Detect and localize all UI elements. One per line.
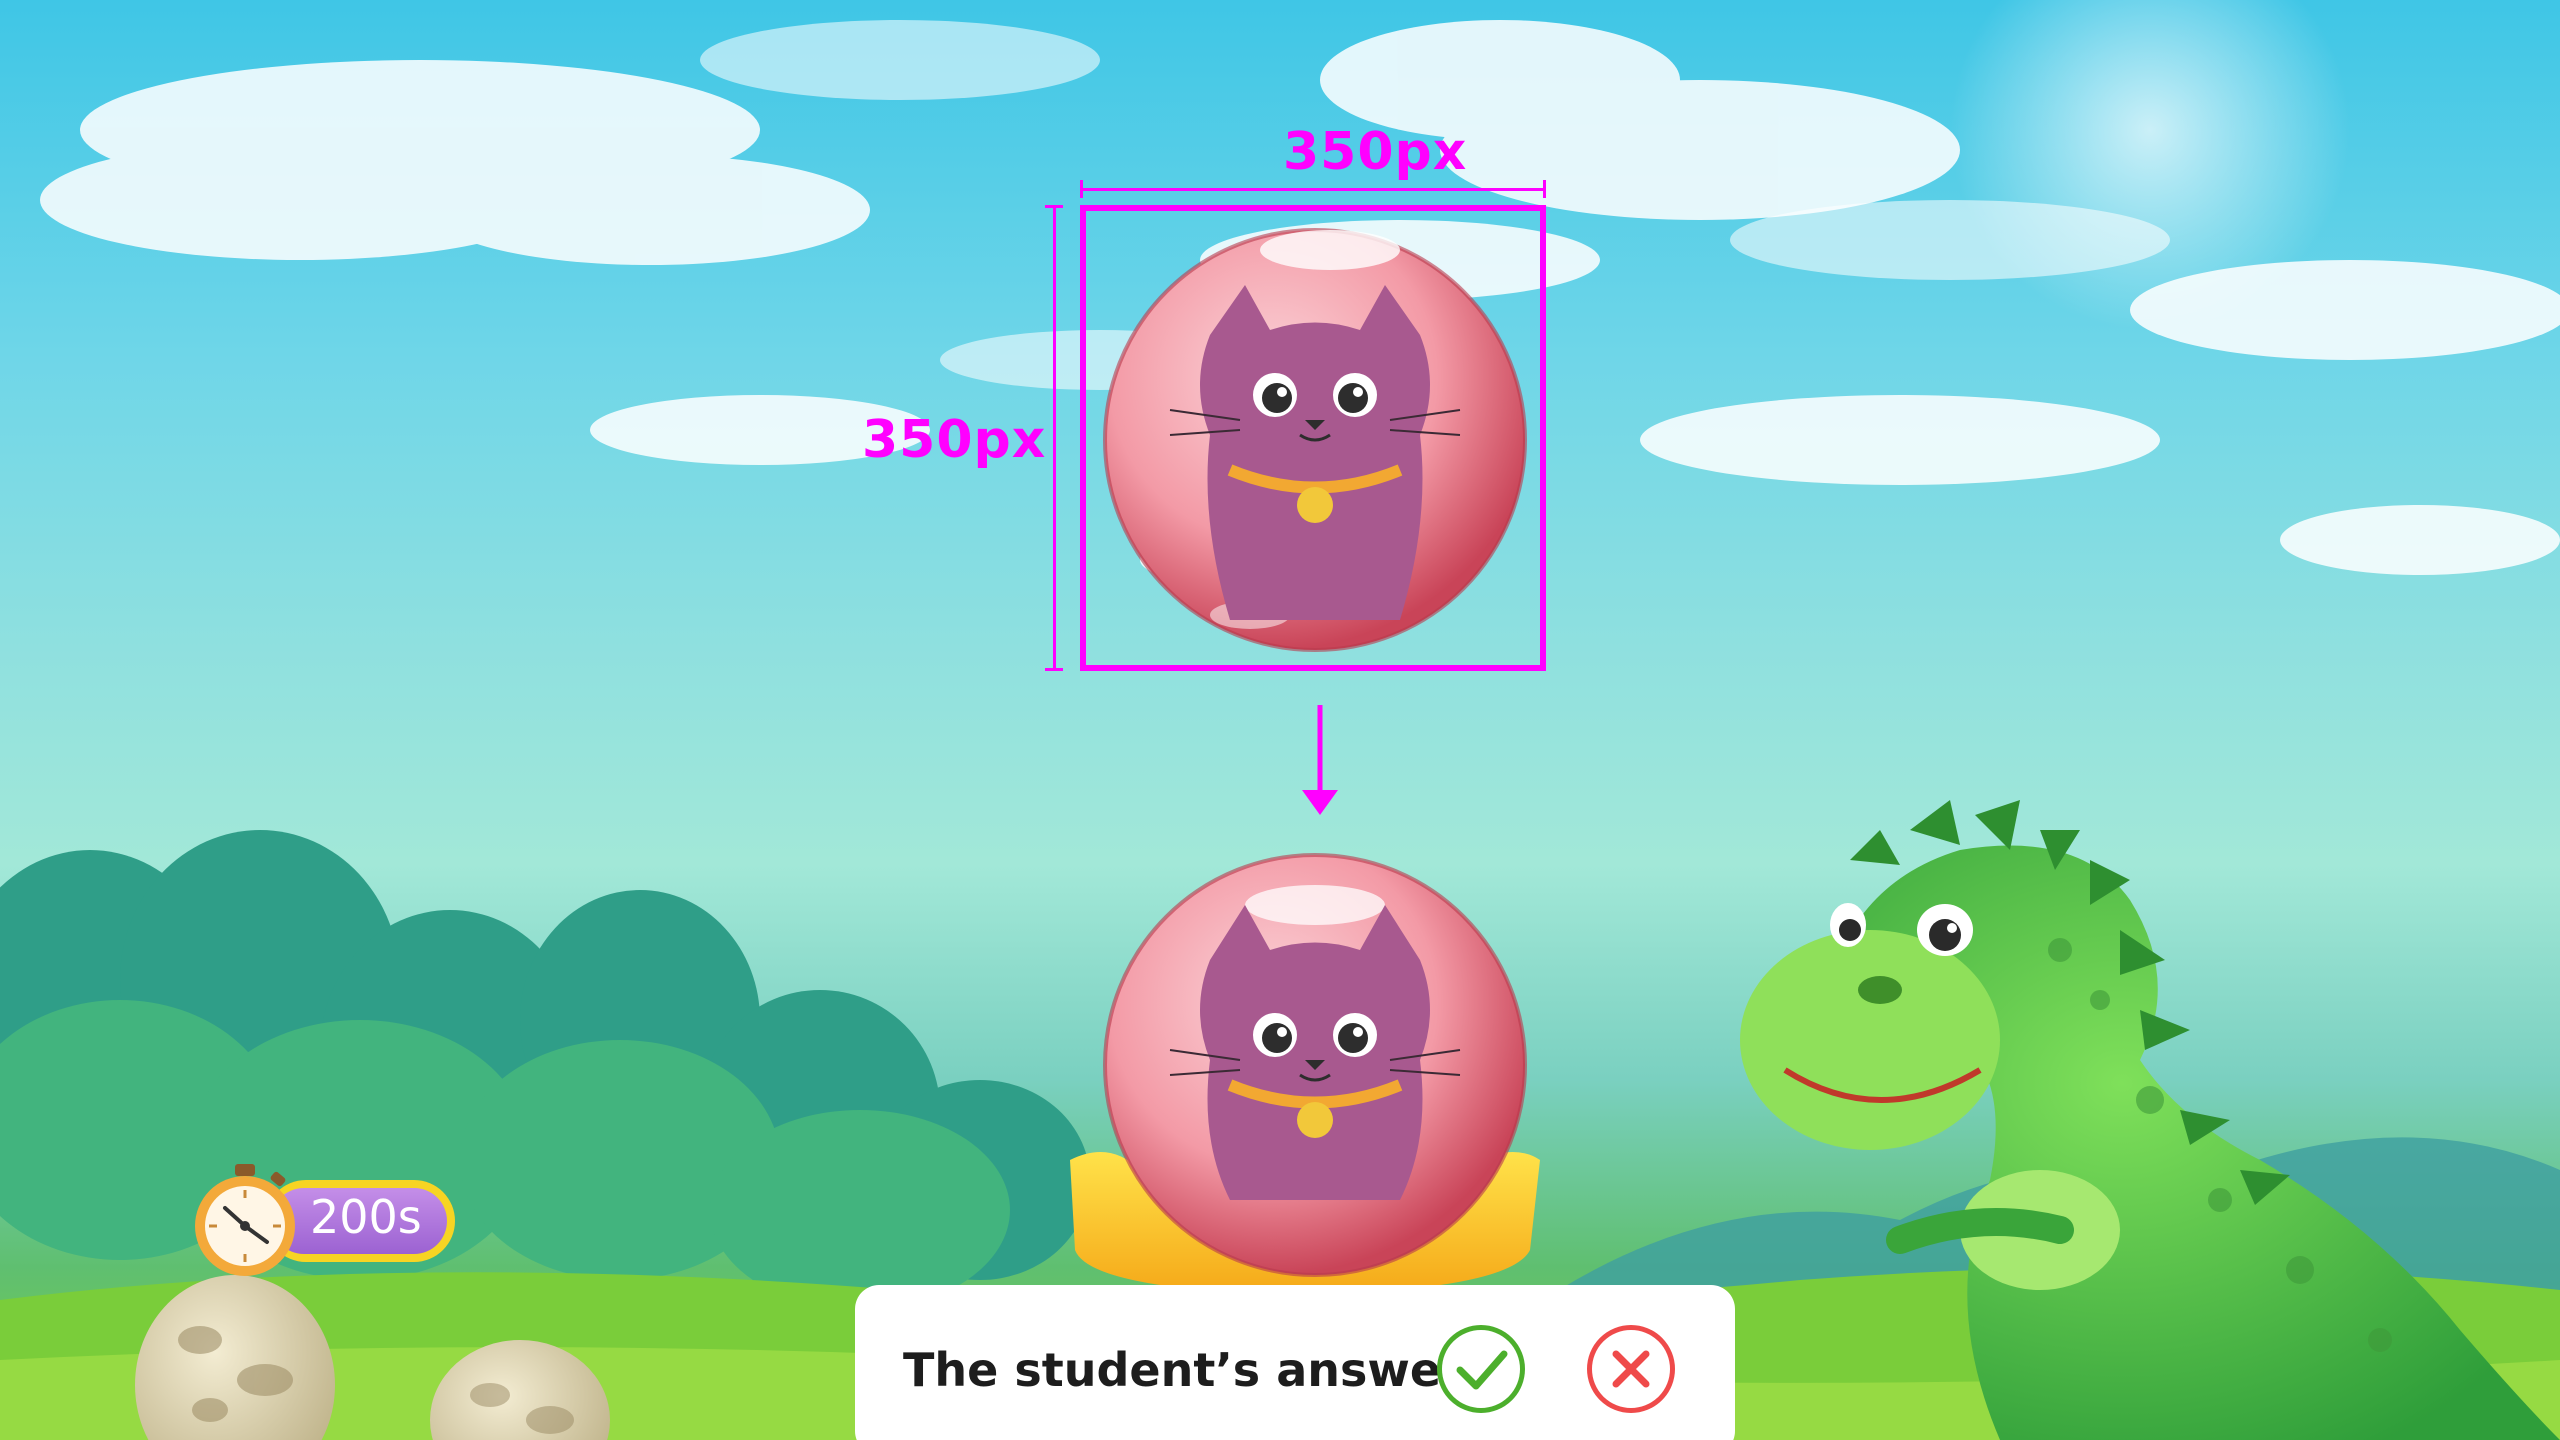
countdown-timer: 200s: [185, 1160, 475, 1280]
width-tick-right: [1543, 180, 1546, 198]
wrong-button[interactable]: [1587, 1325, 1675, 1413]
check-icon: [1456, 1350, 1508, 1390]
height-tick-bottom: [1045, 668, 1063, 671]
height-label: 350px: [862, 410, 1047, 470]
bubble-bottom: [1103, 853, 1527, 1277]
timer-value: 200s: [310, 1190, 422, 1244]
close-icon: [1612, 1350, 1650, 1388]
answer-panel: The student’s answer:: [855, 1285, 1735, 1440]
width-label: 350px: [1283, 122, 1468, 182]
stopwatch-icon: [195, 1164, 295, 1276]
answer-label: The student’s answer:: [903, 1343, 1483, 1397]
height-tick-top: [1045, 205, 1063, 208]
game-scene: 350px 350px 200s The student’s answer:: [0, 0, 2560, 1440]
width-dimension-line: [1080, 188, 1546, 191]
bubble-size-frame: [1080, 205, 1546, 671]
correct-button[interactable]: [1437, 1325, 1525, 1413]
height-dimension-line: [1053, 205, 1056, 671]
annotation-arrow: [1302, 705, 1338, 815]
width-tick-left: [1080, 180, 1083, 198]
